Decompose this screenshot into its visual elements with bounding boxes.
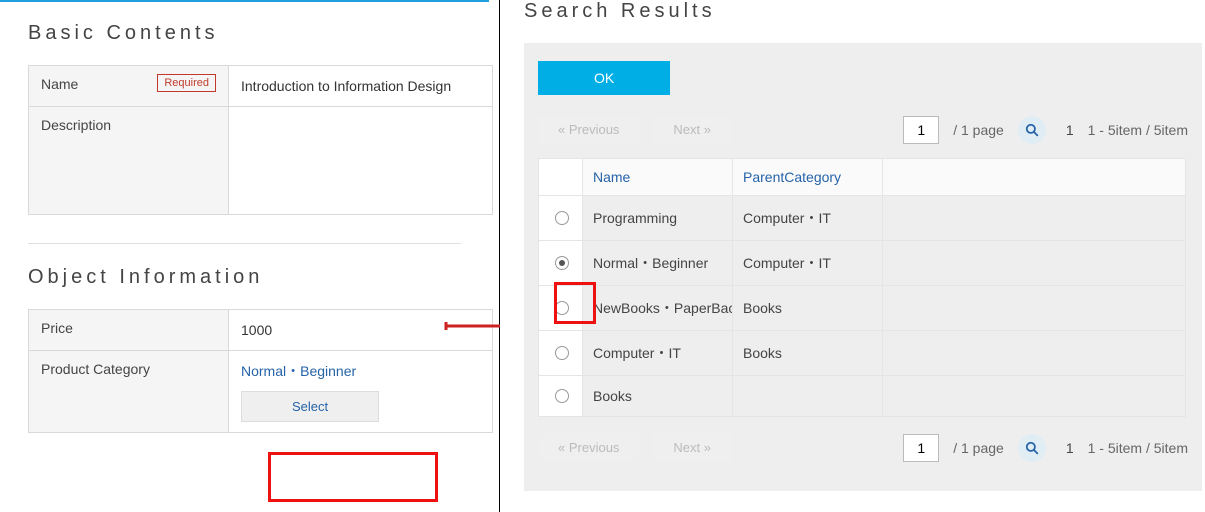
pager-bottom: « Previous Next » / 1 page 1 1 - 5item /… [538, 433, 1188, 462]
price-input-cell [229, 310, 493, 351]
search-results-title: Search Results [524, 0, 1205, 23]
row-radio[interactable] [555, 301, 569, 315]
page-input-bottom[interactable] [903, 434, 939, 462]
basic-contents-table: Name Required Description [28, 65, 493, 215]
description-label-cell: Description [29, 107, 229, 215]
ok-button[interactable]: OK [538, 61, 670, 95]
category-value[interactable]: Normal・Beginner [241, 363, 356, 379]
category-label: Product Category [41, 361, 150, 377]
page-total: / 1 page [953, 122, 1004, 138]
next-button[interactable]: Next » [653, 115, 731, 144]
row-name: Books [583, 376, 733, 417]
category-value-cell: Normal・Beginner Select [229, 351, 493, 433]
col-parent-header[interactable]: ParentCategory [733, 159, 883, 196]
description-label: Description [41, 117, 111, 133]
count-prefix-bottom: 1 [1066, 440, 1074, 456]
table-row: ProgrammingComputer・IT [539, 196, 1186, 241]
row-rest [883, 196, 1186, 241]
table-row: Normal・BeginnerComputer・IT [539, 241, 1186, 286]
row-rest [883, 376, 1186, 417]
row-name: Normal・Beginner [583, 241, 733, 286]
row-parent: Books [733, 331, 883, 376]
highlight-select [268, 452, 438, 502]
row-radio[interactable] [555, 346, 569, 360]
row-parent: Computer・IT [733, 241, 883, 286]
row-parent: Books [733, 286, 883, 331]
table-row: Books [539, 376, 1186, 417]
name-input[interactable] [241, 76, 480, 96]
name-input-cell [229, 66, 493, 107]
results-table: Name ParentCategory ProgrammingComputer・… [538, 158, 1186, 417]
count-text-bottom: 1 - 5item / 5item [1088, 440, 1188, 456]
row-name: NewBooks・PaperBacks [583, 286, 733, 331]
count-prefix: 1 [1066, 122, 1074, 138]
previous-button-bottom[interactable]: « Previous [538, 433, 639, 462]
required-tag: Required [157, 74, 216, 92]
section-object-title: Object Information [28, 266, 489, 289]
count-text: 1 - 5item / 5item [1088, 122, 1188, 138]
price-input[interactable] [241, 320, 480, 340]
row-parent [733, 376, 883, 417]
section-basic-title: Basic Contents [28, 22, 489, 45]
table-row: Computer・ITBooks [539, 331, 1186, 376]
page-total-bottom: / 1 page [953, 440, 1004, 456]
left-panel: Basic Contents Name Required Description [0, 0, 500, 512]
row-radio-cell [539, 331, 583, 376]
name-label-cell: Name Required [29, 66, 229, 107]
row-radio[interactable] [555, 211, 569, 225]
name-label: Name [41, 76, 78, 92]
description-textarea[interactable] [241, 117, 480, 201]
price-label-cell: Price [29, 310, 229, 351]
row-radio[interactable] [555, 256, 569, 270]
search-icon-bottom[interactable] [1018, 434, 1046, 462]
accent-bar [0, 0, 489, 2]
row-parent: Computer・IT [733, 196, 883, 241]
object-info-table: Price Product Category Normal・Beginner S… [28, 309, 493, 433]
col-radio [539, 159, 583, 196]
category-label-cell: Product Category [29, 351, 229, 433]
row-name: Programming [583, 196, 733, 241]
select-button[interactable]: Select [241, 391, 379, 422]
table-row: NewBooks・PaperBacksBooks [539, 286, 1186, 331]
row-name: Computer・IT [583, 331, 733, 376]
row-radio-cell [539, 196, 583, 241]
col-rest [883, 159, 1186, 196]
previous-button[interactable]: « Previous [538, 115, 639, 144]
col-name-header[interactable]: Name [583, 159, 733, 196]
pager-top: « Previous Next » / 1 page 1 1 - 5item /… [538, 115, 1188, 144]
price-label: Price [41, 320, 73, 336]
row-radio[interactable] [555, 389, 569, 403]
row-rest [883, 241, 1186, 286]
results-container: OK « Previous Next » / 1 page 1 1 - 5ite… [524, 43, 1202, 491]
layout: Basic Contents Name Required Description [0, 0, 1205, 512]
row-rest [883, 331, 1186, 376]
row-radio-cell [539, 376, 583, 417]
row-radio-cell [539, 241, 583, 286]
section-divider [28, 243, 461, 244]
page-input[interactable] [903, 116, 939, 144]
right-panel: Search Results OK « Previous Next » / 1 … [500, 0, 1205, 512]
description-input-cell [229, 107, 493, 215]
next-button-bottom[interactable]: Next » [653, 433, 731, 462]
row-rest [883, 286, 1186, 331]
row-radio-cell [539, 286, 583, 331]
search-icon[interactable] [1018, 116, 1046, 144]
